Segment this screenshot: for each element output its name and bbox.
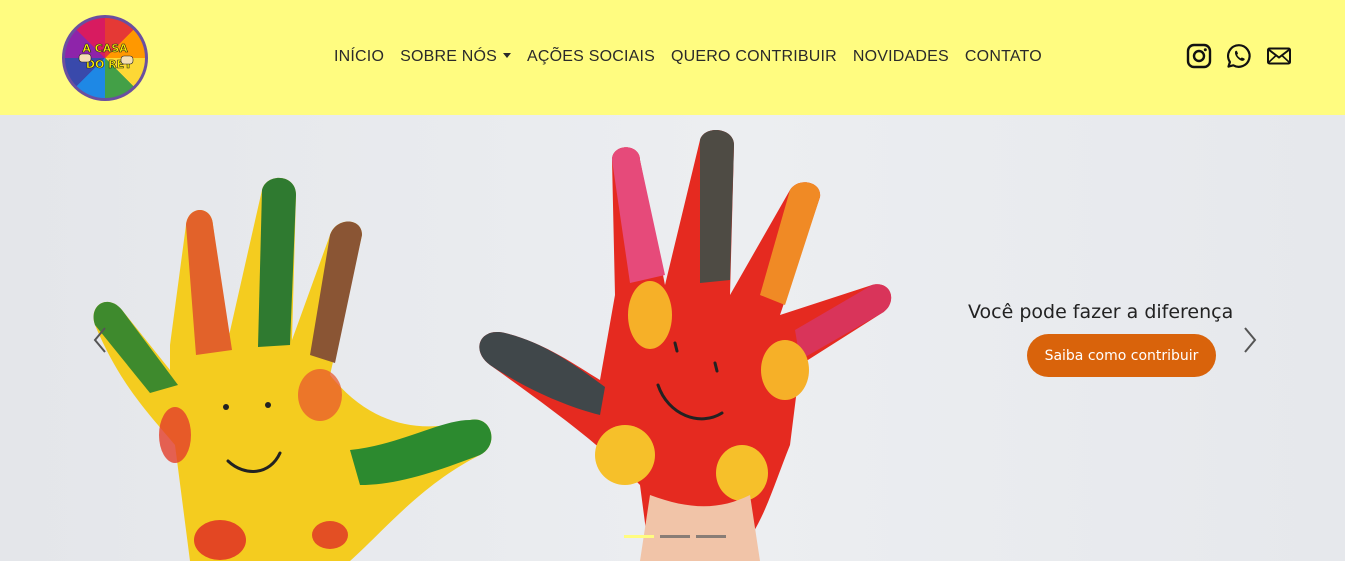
carousel-prev-button[interactable] xyxy=(90,325,110,355)
nav-item-acoes-sociais[interactable]: AÇÕES SOCIAIS xyxy=(527,48,655,66)
nav-item-novidades[interactable]: NOVIDADES xyxy=(853,48,949,66)
carousel-indicators xyxy=(624,535,726,538)
logo-text-line1: A CASA xyxy=(82,42,128,55)
nav-item-sobre-nos-label: SOBRE NÓS xyxy=(400,48,498,65)
navbar: A CASA DO REY INÍCIO SOBRE NÓS AÇÕES SOC… xyxy=(0,0,1345,115)
carousel-indicator-1[interactable] xyxy=(624,535,654,538)
instagram-icon[interactable] xyxy=(1185,42,1213,70)
dropdown-caret-icon xyxy=(503,53,512,58)
chevron-right-icon xyxy=(1244,327,1257,353)
chevron-left-icon xyxy=(93,327,106,353)
nav-item-contato[interactable]: CONTATO xyxy=(965,48,1042,66)
whatsapp-icon[interactable] xyxy=(1225,42,1253,70)
main-nav: INÍCIO SOBRE NÓS AÇÕES SOCIAIS QUERO CON… xyxy=(334,46,1042,68)
site-logo[interactable]: A CASA DO REY xyxy=(62,15,148,101)
nav-item-sobre-nos[interactable]: SOBRE NÓS xyxy=(400,48,512,66)
cta-button[interactable]: Saiba como contribuir xyxy=(1027,334,1216,377)
carousel-indicator-2[interactable] xyxy=(660,535,690,538)
carousel-indicator-3[interactable] xyxy=(696,535,726,538)
hero-carousel: Você pode fazer a diferença Saiba como c… xyxy=(0,115,1345,561)
left-painted-hand xyxy=(93,177,492,561)
hero-caption-title: Você pode fazer a diferença xyxy=(968,301,1234,323)
logo-art: A CASA DO REY xyxy=(78,42,133,71)
right-painted-hand xyxy=(479,129,892,561)
nav-item-inicio[interactable]: INÍCIO xyxy=(334,48,384,66)
nav-item-quero-contribuir[interactable]: QUERO CONTRIBUIR xyxy=(671,48,837,66)
mail-icon[interactable] xyxy=(1265,42,1293,70)
carousel-next-button[interactable] xyxy=(1240,325,1260,355)
